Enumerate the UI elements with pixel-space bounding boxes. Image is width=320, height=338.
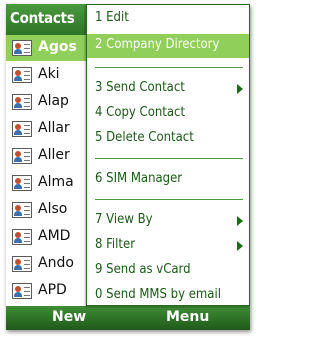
menu-separator — [95, 67, 243, 68]
page-title: Contacts — [10, 9, 75, 27]
contact-name: Alap — [38, 93, 69, 109]
submenu-arrow-icon — [237, 84, 243, 94]
contact-name: Agos — [38, 39, 77, 55]
softkey-bar: New Menu — [6, 306, 250, 330]
menu-separator — [95, 199, 243, 200]
contact-card-icon — [12, 94, 32, 110]
contact-card-icon — [12, 283, 32, 299]
submenu-arrow-icon — [237, 216, 243, 226]
menu-item-copy-contact[interactable]: 4 Copy Contact — [87, 102, 249, 126]
menu-item-edit[interactable]: 1 Edit — [87, 7, 249, 31]
contact-name: Aki — [38, 66, 60, 82]
contact-card-icon — [12, 148, 32, 164]
contact-name: Ando — [38, 255, 74, 271]
menu-item-send-contact[interactable]: 3 Send Contact — [87, 77, 249, 101]
contact-card-icon — [12, 40, 32, 56]
contact-card-icon — [12, 256, 32, 272]
phone-screen: Contacts Agos Aki Alap Allar Aller Alma — [6, 4, 250, 330]
contact-card-icon — [12, 175, 32, 191]
contact-name: Allar — [38, 120, 70, 136]
new-softkey[interactable]: New — [52, 309, 86, 325]
menu-item-sim-manager[interactable]: 6 SIM Manager — [87, 168, 249, 192]
contact-name: Also — [38, 201, 68, 217]
contact-name: APD — [38, 282, 67, 298]
menu-softkey[interactable]: Menu — [166, 309, 209, 325]
context-menu: 1 Edit 2 Company Directory 3 Send Contac… — [86, 4, 250, 306]
menu-item-filter[interactable]: 8 Filter — [87, 234, 249, 258]
contact-card-icon — [12, 229, 32, 245]
contact-name: Aller — [38, 147, 70, 163]
menu-item-send-vcard[interactable]: 9 Send as vCard — [87, 259, 249, 283]
menu-item-company-directory[interactable]: 2 Company Directory — [87, 34, 249, 58]
menu-item-view-by[interactable]: 7 View By — [87, 209, 249, 233]
menu-item-delete-contact[interactable]: 5 Delete Contact — [87, 127, 249, 151]
contact-name: Alma — [38, 174, 74, 190]
contact-card-icon — [12, 67, 32, 83]
contact-card-icon — [12, 202, 32, 218]
contact-card-icon — [12, 121, 32, 137]
contact-name: AMD — [38, 228, 71, 244]
menu-item-send-mms-email[interactable]: 0 Send MMS by email — [87, 284, 249, 308]
menu-separator — [95, 158, 243, 159]
submenu-arrow-icon — [237, 241, 243, 251]
